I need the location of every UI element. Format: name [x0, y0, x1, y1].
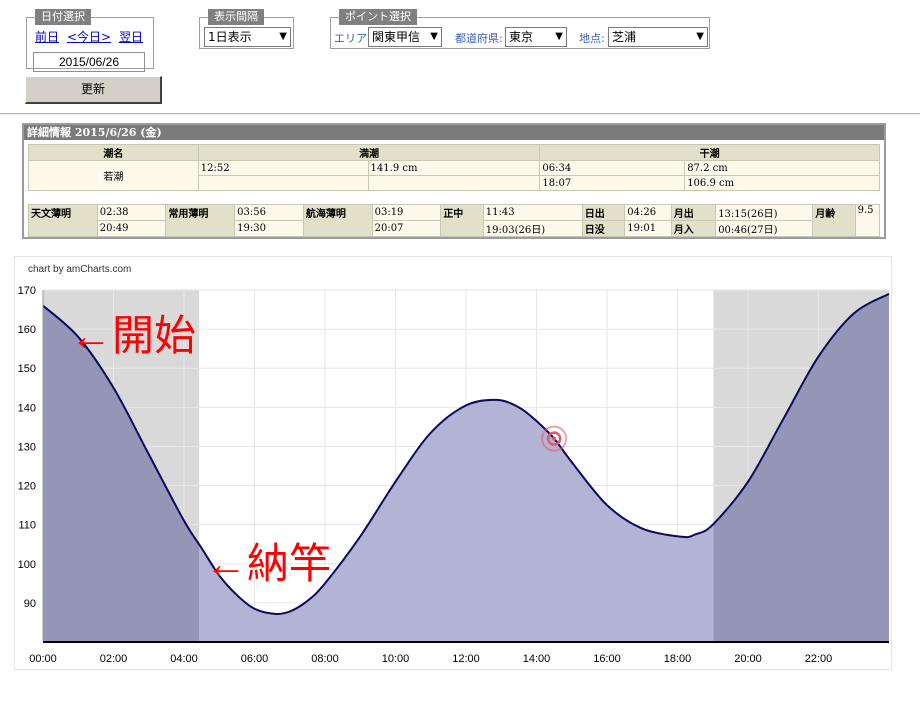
divider	[0, 113, 920, 115]
sunrise-time: 04:26	[624, 204, 672, 221]
place-select[interactable]: 芝浦 ▼	[608, 27, 708, 47]
chart-panel	[14, 256, 892, 670]
prev-day-link[interactable]: 前日	[35, 28, 59, 45]
tide-name-header: 潮名	[28, 144, 199, 161]
low-height-1: 87.2 cm	[684, 160, 880, 176]
low-time-1: 06:34	[539, 160, 686, 176]
interval-panel: 表示間隔 1日表示 ▼	[199, 9, 294, 49]
high-tide-header: 満潮	[197, 144, 541, 161]
date-select-legend: 日付選択	[35, 9, 91, 25]
place-select-value: 芝浦	[612, 30, 637, 44]
update-button[interactable]: 更新	[25, 76, 162, 104]
pref-select[interactable]: 東京 ▼	[505, 27, 567, 47]
place-label: 地点:	[579, 32, 605, 45]
area-label: エリア:	[334, 32, 371, 45]
chart-credit[interactable]: chart by amCharts.com	[28, 264, 131, 275]
astro-twilight-1: 02:38	[96, 204, 167, 221]
area-select-value: 関東甲信	[372, 30, 421, 44]
point-panel: ポイント選択 エリア: 関東甲信 ▼ 都道府県: 東京 ▼ 地点: 芝浦 ▼	[330, 9, 710, 49]
pref-label: 都道府県:	[455, 32, 503, 45]
detail-panel: 詳細情報 2015/6/26 (金) 潮名 満潮 干潮 若潮 12:52 141…	[22, 123, 886, 239]
civil-twilight-label: 常用薄明	[165, 204, 236, 237]
tide-table: 潮名 満潮 干潮 若潮 12:52 141.9 cm 06:34 87.2 cm…	[28, 144, 880, 191]
chevron-down-icon: ▼	[555, 31, 563, 42]
sunset-time: 19:01	[624, 220, 672, 237]
noon-label: 正中	[440, 204, 484, 237]
pref-select-value: 東京	[509, 30, 534, 44]
low-time-2: 18:07	[539, 175, 686, 191]
area-select[interactable]: 関東甲信 ▼	[368, 27, 442, 47]
interval-select[interactable]: 1日表示 ▼	[204, 27, 291, 47]
moon-age: 9.5	[854, 204, 881, 237]
date-select-panel: 日付選択 前日 <今日> 翌日 2015/06/26	[26, 9, 154, 72]
interval-select-value: 1日表示	[208, 30, 252, 44]
moonrise-time: 13:15(26日)	[715, 204, 814, 221]
interval-legend: 表示間隔	[208, 9, 264, 25]
sunset-label: 日没	[581, 220, 626, 237]
low-height-2: 106.9 cm	[684, 175, 880, 191]
today-link[interactable]: <今日>	[67, 28, 111, 45]
nautical-twilight-label: 航海薄明	[302, 204, 373, 237]
noon-2: 19:03(26日)	[482, 220, 583, 237]
point-legend: ポイント選択	[339, 9, 417, 25]
high-time-2	[197, 175, 369, 191]
nautical-twilight-1: 03:19	[371, 204, 442, 221]
noon-1: 11:43	[482, 204, 583, 221]
moon-age-label: 月齢	[812, 204, 856, 237]
moonrise-label: 月出	[670, 204, 717, 221]
low-tide-header: 干潮	[539, 144, 880, 161]
astro-table: 天文薄明 02:38 常用薄明 03:56 航海薄明 03:19 正中 11:4…	[28, 204, 881, 237]
chevron-down-icon: ▼	[279, 31, 287, 42]
moonset-label: 月入	[670, 220, 717, 237]
civil-twilight-1: 03:56	[234, 204, 304, 221]
tide-name: 若潮	[28, 160, 199, 191]
high-time-1: 12:52	[197, 160, 369, 176]
chevron-down-icon: ▼	[430, 31, 438, 42]
astro-twilight-2: 20:49	[96, 220, 167, 237]
high-height-1: 141.9 cm	[367, 160, 541, 176]
astro-twilight-label: 天文薄明	[28, 204, 98, 237]
sunrise-label: 日出	[581, 204, 626, 221]
chevron-down-icon: ▼	[696, 31, 704, 42]
civil-twilight-2: 19:30	[234, 220, 304, 237]
high-height-2	[367, 175, 541, 191]
date-field[interactable]: 2015/06/26	[33, 52, 145, 72]
next-day-link[interactable]: 翌日	[119, 28, 143, 45]
nautical-twilight-2: 20:07	[371, 220, 442, 237]
detail-title: 詳細情報 2015/6/26 (金)	[24, 125, 884, 140]
moonset-time: 00:46(27日)	[715, 220, 814, 237]
